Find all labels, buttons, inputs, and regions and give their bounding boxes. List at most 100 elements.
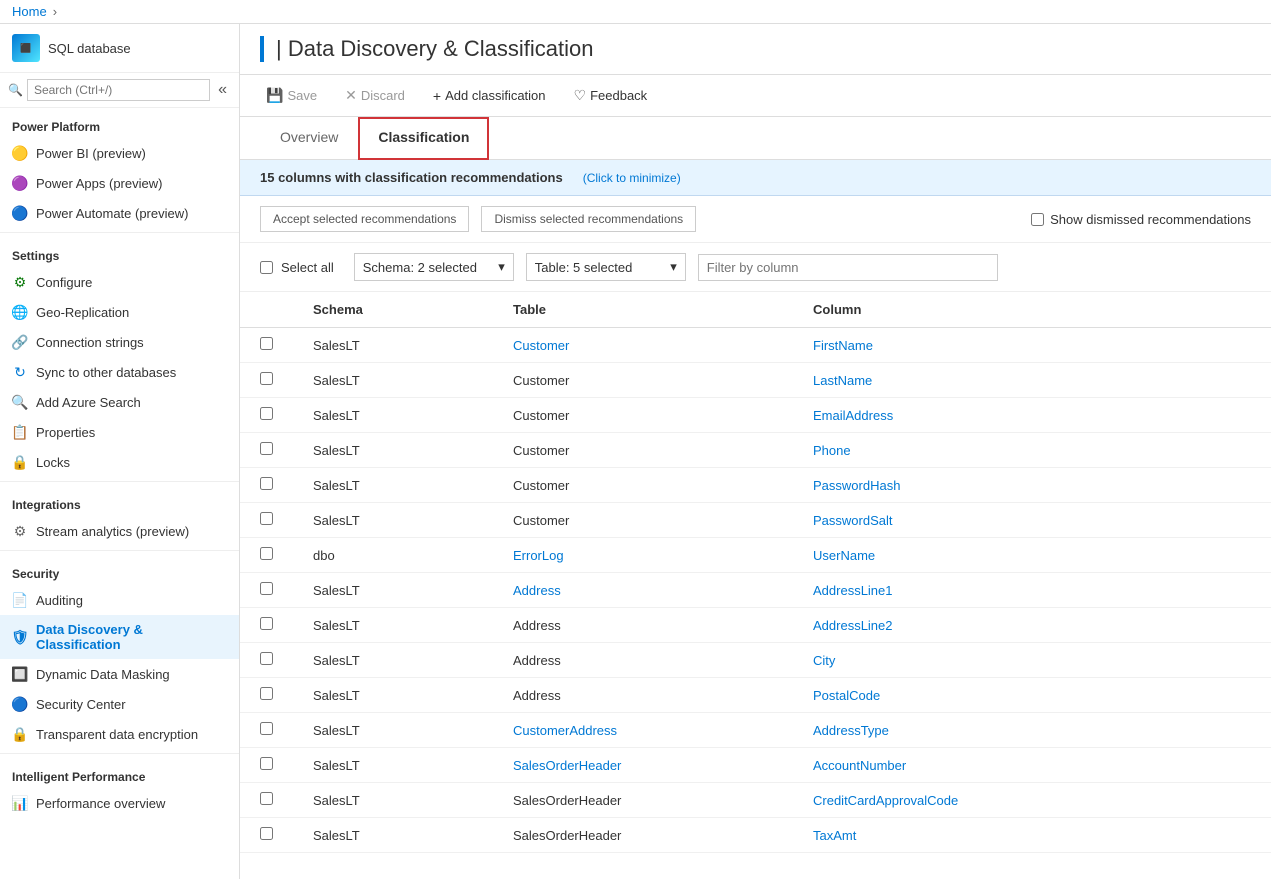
cell-schema: SalesLT xyxy=(293,433,493,468)
cell-schema: SalesLT xyxy=(293,608,493,643)
sidebar-item-connection-strings[interactable]: 🔗 Connection strings xyxy=(0,327,239,357)
breadcrumb-home[interactable]: Home xyxy=(12,4,47,19)
power-apps-icon: 🟣 xyxy=(12,175,28,191)
th-schema: Schema xyxy=(293,292,493,328)
cell-column[interactable]: PasswordSalt xyxy=(793,503,1271,538)
sidebar-item-stream-analytics[interactable]: ⚙ Stream analytics (preview) xyxy=(0,516,239,546)
table-filter-dropdown[interactable]: Table: 5 selected ▾ xyxy=(526,253,686,281)
cell-schema: SalesLT xyxy=(293,468,493,503)
schema-chevron-icon: ▾ xyxy=(498,259,505,275)
table-row: SalesLTAddressAddressLine1 xyxy=(240,573,1271,608)
cell-column[interactable]: City xyxy=(793,643,1271,678)
row-checkbox[interactable] xyxy=(260,687,273,700)
sidebar-item-label: Security Center xyxy=(36,697,126,712)
power-bi-icon: 🟡 xyxy=(12,145,28,161)
data-discovery-icon: 🛡 xyxy=(12,629,28,645)
column-filter-input[interactable] xyxy=(698,254,998,281)
show-dismissed-checkbox[interactable] xyxy=(1031,213,1044,226)
discard-button[interactable]: ✕ Discard xyxy=(339,83,411,108)
table-chevron-icon: ▾ xyxy=(670,259,677,275)
sidebar-item-dynamic-masking[interactable]: 🔲 Dynamic Data Masking xyxy=(0,659,239,689)
row-checkbox[interactable] xyxy=(260,827,273,840)
cell-table[interactable]: Customer xyxy=(493,328,793,363)
cell-table[interactable]: CustomerAddress xyxy=(493,713,793,748)
sidebar-item-configure[interactable]: ⚙ Configure xyxy=(0,267,239,297)
sidebar-item-power-apps[interactable]: 🟣 Power Apps (preview) xyxy=(0,168,239,198)
cell-column[interactable]: AccountNumber xyxy=(793,748,1271,783)
sidebar-item-properties[interactable]: 📋 Properties xyxy=(0,417,239,447)
table-row: SalesLTAddressPostalCode xyxy=(240,678,1271,713)
sidebar-item-data-discovery[interactable]: 🛡 Data Discovery & Classification xyxy=(0,615,239,659)
feedback-button[interactable]: ♡ Feedback xyxy=(568,83,654,108)
cell-table[interactable]: Address xyxy=(493,573,793,608)
collapse-button[interactable]: « xyxy=(214,79,231,101)
cell-table: Customer xyxy=(493,503,793,538)
cell-table[interactable]: ErrorLog xyxy=(493,538,793,573)
cell-column[interactable]: CreditCardApprovalCode xyxy=(793,783,1271,818)
show-dismissed-wrapper: Show dismissed recommendations xyxy=(1031,212,1251,227)
row-checkbox[interactable] xyxy=(260,372,273,385)
th-checkbox xyxy=(240,292,293,328)
cell-column[interactable]: TaxAmt xyxy=(793,818,1271,853)
add-classification-button[interactable]: + Add classification xyxy=(427,84,552,108)
sidebar-item-performance-overview[interactable]: 📊 Performance overview xyxy=(0,788,239,818)
section-integrations: Integrations xyxy=(0,486,239,516)
cell-column[interactable]: AddressType xyxy=(793,713,1271,748)
accept-recommendations-button[interactable]: Accept selected recommendations xyxy=(260,206,469,232)
sidebar: ⬛ SQL database 🔍 « Power Platform 🟡 Powe… xyxy=(0,24,240,879)
row-checkbox[interactable] xyxy=(260,757,273,770)
cell-column[interactable]: FirstName xyxy=(793,328,1271,363)
row-checkbox[interactable] xyxy=(260,337,273,350)
sidebar-item-tde[interactable]: 🔒 Transparent data encryption xyxy=(0,719,239,749)
sidebar-item-geo-replication[interactable]: 🌐 Geo-Replication xyxy=(0,297,239,327)
dismiss-recommendations-button[interactable]: Dismiss selected recommendations xyxy=(481,206,696,232)
cell-column[interactable]: LastName xyxy=(793,363,1271,398)
save-button[interactable]: 💾 Save xyxy=(260,83,323,108)
row-checkbox[interactable] xyxy=(260,582,273,595)
select-all-checkbox[interactable] xyxy=(260,261,273,274)
recommendations-banner[interactable]: 15 columns with classification recommend… xyxy=(240,160,1271,196)
schema-filter-dropdown[interactable]: Schema: 2 selected ▾ xyxy=(354,253,514,281)
row-checkbox[interactable] xyxy=(260,722,273,735)
row-checkbox[interactable] xyxy=(260,407,273,420)
table-row: SalesLTSalesOrderHeaderAccountNumber xyxy=(240,748,1271,783)
table-row: SalesLTAddressCity xyxy=(240,643,1271,678)
th-column: Column xyxy=(793,292,1271,328)
sidebar-item-sync-databases[interactable]: ↻ Sync to other databases xyxy=(0,357,239,387)
section-security: Security xyxy=(0,555,239,585)
cell-column[interactable]: PostalCode xyxy=(793,678,1271,713)
sidebar-item-label: Connection strings xyxy=(36,335,144,350)
row-checkbox[interactable] xyxy=(260,792,273,805)
recommendations-minimize-link[interactable]: (Click to minimize) xyxy=(583,171,681,185)
cell-column[interactable]: PasswordHash xyxy=(793,468,1271,503)
row-checkbox[interactable] xyxy=(260,652,273,665)
tab-classification[interactable]: Classification xyxy=(358,117,489,160)
cell-table[interactable]: SalesOrderHeader xyxy=(493,748,793,783)
cell-column[interactable]: Phone xyxy=(793,433,1271,468)
row-checkbox[interactable] xyxy=(260,477,273,490)
sidebar-item-locks[interactable]: 🔒 Locks xyxy=(0,447,239,477)
tde-icon: 🔒 xyxy=(12,726,28,742)
sidebar-item-security-center[interactable]: 🔵 Security Center xyxy=(0,689,239,719)
cell-column[interactable]: EmailAddress xyxy=(793,398,1271,433)
tab-overview[interactable]: Overview xyxy=(260,117,358,159)
search-input[interactable] xyxy=(27,79,210,101)
sidebar-item-power-bi[interactable]: 🟡 Power BI (preview) xyxy=(0,138,239,168)
sidebar-item-azure-search[interactable]: 🔍 Add Azure Search xyxy=(0,387,239,417)
row-checkbox[interactable] xyxy=(260,442,273,455)
show-dismissed-label: Show dismissed recommendations xyxy=(1050,212,1251,227)
sidebar-item-label: Sync to other databases xyxy=(36,365,176,380)
section-settings: Settings xyxy=(0,237,239,267)
cell-column[interactable]: UserName xyxy=(793,538,1271,573)
cell-column[interactable]: AddressLine2 xyxy=(793,608,1271,643)
sidebar-title: SQL database xyxy=(48,41,131,56)
sidebar-item-label: Geo-Replication xyxy=(36,305,129,320)
sidebar-item-power-automate[interactable]: 🔵 Power Automate (preview) xyxy=(0,198,239,228)
cell-table: Customer xyxy=(493,433,793,468)
sidebar-item-label: Data Discovery & Classification xyxy=(36,622,227,652)
sidebar-item-auditing[interactable]: 📄 Auditing xyxy=(0,585,239,615)
row-checkbox[interactable] xyxy=(260,617,273,630)
row-checkbox[interactable] xyxy=(260,547,273,560)
row-checkbox[interactable] xyxy=(260,512,273,525)
cell-column[interactable]: AddressLine1 xyxy=(793,573,1271,608)
